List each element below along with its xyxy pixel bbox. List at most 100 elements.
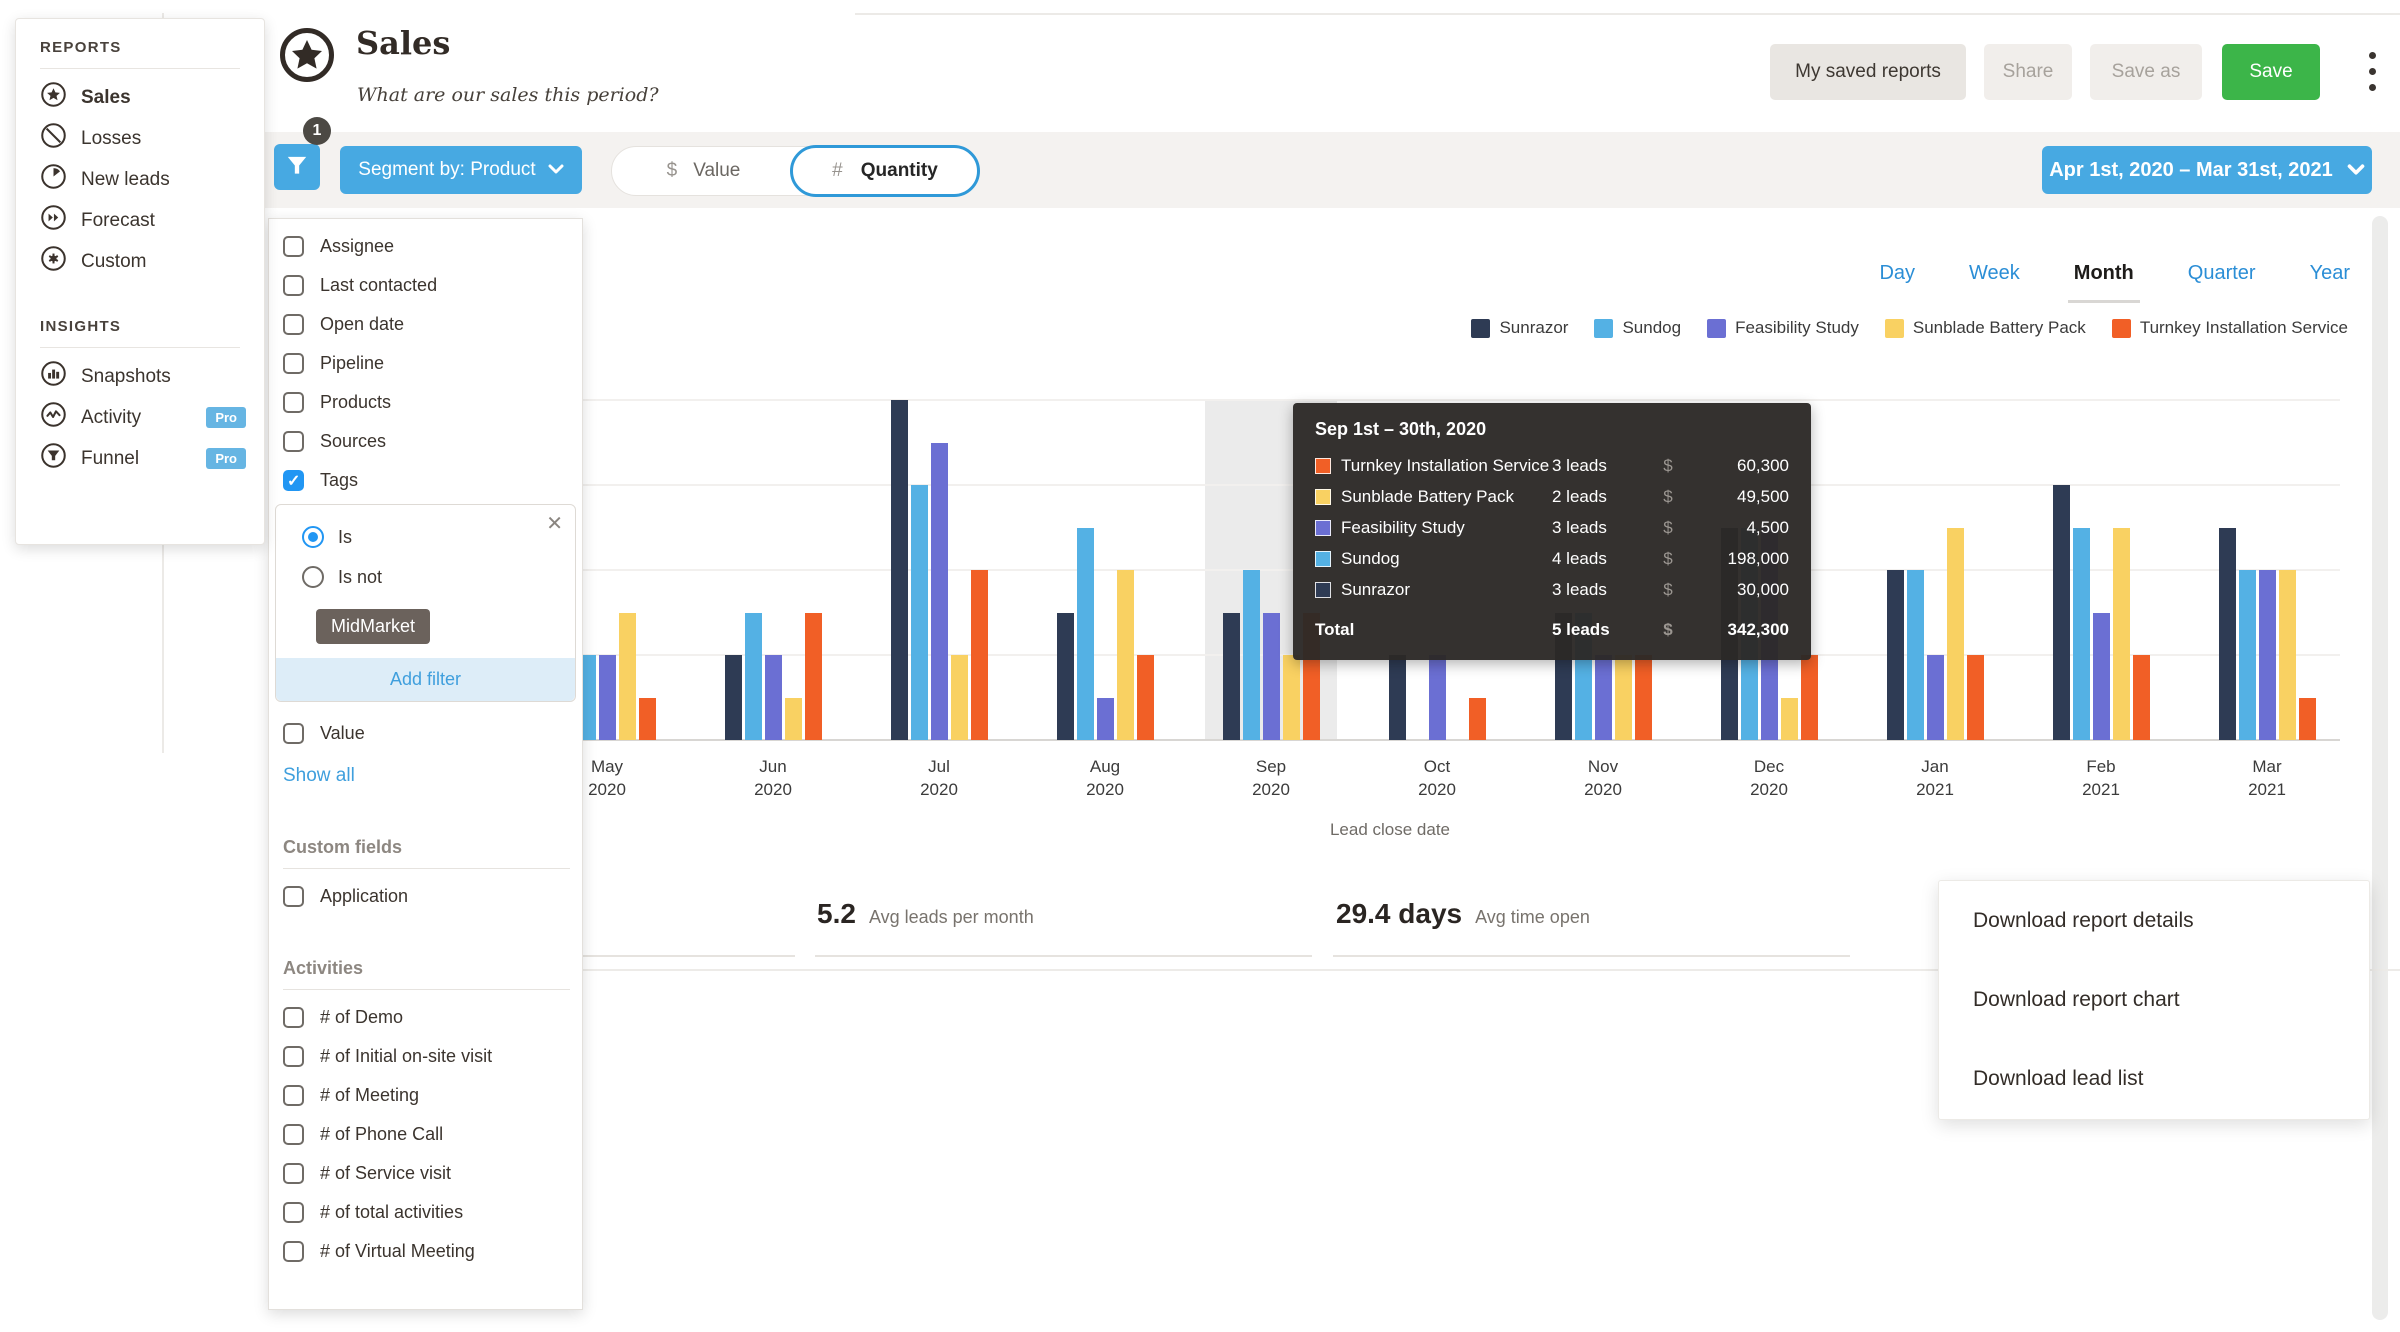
tab-month[interactable]: Month xyxy=(2067,262,2140,303)
filter-field--of-virtual-meeting[interactable]: # of Virtual Meeting xyxy=(269,1232,582,1271)
filter-field-pipeline[interactable]: Pipeline xyxy=(269,344,582,383)
bar-sundog-feb[interactable] xyxy=(2072,527,2090,740)
checkbox-checked[interactable] xyxy=(283,470,304,491)
bar-sunrazor-jun[interactable] xyxy=(724,655,742,740)
bar-sundog-jun[interactable] xyxy=(744,612,762,740)
bar-sunblade-battery-pack-sep[interactable] xyxy=(1282,655,1300,740)
sidebar-item-activity[interactable]: Activity Pro xyxy=(16,397,264,438)
bar-sunblade-battery-pack-jan[interactable] xyxy=(1946,527,1964,740)
sidebar-item-sales[interactable]: Sales xyxy=(16,77,264,118)
checkbox[interactable] xyxy=(283,1085,304,1106)
bar-feasibility-study-aug[interactable] xyxy=(1096,697,1114,740)
checkbox[interactable] xyxy=(283,1124,304,1145)
filter-field--of-phone-call[interactable]: # of Phone Call xyxy=(269,1115,582,1154)
close-icon[interactable]: ✕ xyxy=(546,511,563,536)
filter-field-application[interactable]: Application xyxy=(269,877,582,916)
filter-field--of-initial-on-site-visit[interactable]: # of Initial on-site visit xyxy=(269,1037,582,1076)
checkbox[interactable] xyxy=(283,1163,304,1184)
bar-sunrazor-sep[interactable] xyxy=(1222,612,1240,740)
bar-sundog-aug[interactable] xyxy=(1076,527,1094,740)
bar-turnkey-installation-service-feb[interactable] xyxy=(2132,655,2150,740)
bar-sunblade-battery-pack-feb[interactable] xyxy=(2112,527,2130,740)
bar-turnkey-installation-service-jul[interactable] xyxy=(970,570,988,740)
bar-feasibility-study-feb[interactable] xyxy=(2092,612,2110,740)
checkbox[interactable] xyxy=(283,392,304,413)
bar-turnkey-installation-service-nov[interactable] xyxy=(1634,655,1652,740)
radio-option-is[interactable]: Is xyxy=(276,517,575,557)
filter-field-tags[interactable]: Tags xyxy=(269,461,582,500)
bar-sundog-sep[interactable] xyxy=(1242,570,1260,740)
add-filter-button[interactable]: Add filter xyxy=(276,658,575,701)
bar-sunrazor-jul[interactable] xyxy=(890,400,908,740)
bar-turnkey-installation-service-aug[interactable] xyxy=(1136,655,1154,740)
bar-sundog-jan[interactable] xyxy=(1906,570,1924,740)
bar-sunblade-battery-pack-jul[interactable] xyxy=(950,655,968,740)
legend-item-sunrazor[interactable]: Sunrazor xyxy=(1471,318,1568,338)
bar-turnkey-installation-service-jun[interactable] xyxy=(804,612,822,740)
bar-sunblade-battery-pack-nov[interactable] xyxy=(1614,655,1632,740)
menu-item-download-lead-list[interactable]: Download lead list xyxy=(1939,1040,2369,1119)
save-as-button[interactable]: Save as xyxy=(2090,44,2202,100)
more-options-kebab-icon[interactable] xyxy=(2362,52,2382,91)
sidebar-item-forecast[interactable]: Forecast xyxy=(16,200,264,241)
show-all-link[interactable]: Show all xyxy=(283,765,355,787)
tag-chip[interactable]: MidMarket xyxy=(316,609,431,644)
legend-item-feasibility-study[interactable]: Feasibility Study xyxy=(1707,318,1859,338)
bar-turnkey-installation-service-oct[interactable] xyxy=(1468,697,1486,740)
legend-item-sundog[interactable]: Sundog xyxy=(1594,318,1681,338)
bar-sunblade-battery-pack-aug[interactable] xyxy=(1116,570,1134,740)
filter-field-sources[interactable]: Sources xyxy=(269,422,582,461)
filter-funnel-button[interactable] xyxy=(274,144,320,190)
bar-feasibility-study-jun[interactable] xyxy=(764,655,782,740)
bar-feasibility-study-nov[interactable] xyxy=(1594,655,1612,740)
menu-item-download-report-details[interactable]: Download report details xyxy=(1939,882,2369,961)
checkbox[interactable] xyxy=(283,1202,304,1223)
bar-sunblade-battery-pack-jun[interactable] xyxy=(784,697,802,740)
bar-sunrazor-aug[interactable] xyxy=(1056,612,1074,740)
my-saved-reports-button[interactable]: My saved reports xyxy=(1770,44,1966,100)
bar-feasibility-study-mar[interactable] xyxy=(2258,570,2276,740)
vertical-scrollbar[interactable] xyxy=(2372,216,2388,1320)
bar-feasibility-study-sep[interactable] xyxy=(1262,612,1280,740)
checkbox[interactable] xyxy=(283,353,304,374)
sidebar-item-losses[interactable]: Losses xyxy=(16,118,264,159)
bar-sunblade-battery-pack-may[interactable] xyxy=(618,612,636,740)
bar-feasibility-study-may[interactable] xyxy=(598,655,616,740)
filter-field-assignee[interactable]: Assignee xyxy=(269,227,582,266)
filter-field--of-total-activities[interactable]: # of total activities xyxy=(269,1193,582,1232)
tab-quarter[interactable]: Quarter xyxy=(2188,262,2256,285)
checkbox[interactable] xyxy=(283,431,304,452)
checkbox[interactable] xyxy=(283,314,304,335)
radio-option-is-not[interactable]: Is not xyxy=(276,557,575,597)
filter-field--of-meeting[interactable]: # of Meeting xyxy=(269,1076,582,1115)
save-button[interactable]: Save xyxy=(2222,44,2320,100)
sidebar-item-custom[interactable]: Custom xyxy=(16,241,264,282)
filter-field-open-date[interactable]: Open date xyxy=(269,305,582,344)
toggle-quantity-option[interactable]: # Quantity xyxy=(790,145,980,197)
filter-field-value[interactable]: Value xyxy=(269,714,582,753)
bar-sunblade-battery-pack-dec[interactable] xyxy=(1780,697,1798,740)
menu-item-download-report-chart[interactable]: Download report chart xyxy=(1939,961,2369,1040)
bar-turnkey-installation-service-mar[interactable] xyxy=(2298,697,2316,740)
tab-day[interactable]: Day xyxy=(1879,262,1915,285)
radio-selected[interactable] xyxy=(302,526,324,548)
checkbox[interactable] xyxy=(283,1046,304,1067)
bar-sunrazor-mar[interactable] xyxy=(2218,527,2236,740)
tab-week[interactable]: Week xyxy=(1969,262,2020,285)
checkbox[interactable] xyxy=(283,275,304,296)
bar-turnkey-installation-service-dec[interactable] xyxy=(1800,655,1818,740)
sidebar-item-new-leads[interactable]: New leads xyxy=(16,159,264,200)
checkbox[interactable] xyxy=(283,723,304,744)
date-range-dropdown[interactable]: Apr 1st, 2020 – Mar 31st, 2021 xyxy=(2042,146,2372,194)
bar-feasibility-study-jan[interactable] xyxy=(1926,655,1944,740)
share-button[interactable]: Share xyxy=(1984,44,2072,100)
checkbox[interactable] xyxy=(283,1007,304,1028)
filter-field-products[interactable]: Products xyxy=(269,383,582,422)
checkbox[interactable] xyxy=(283,236,304,257)
filter-field-last-contacted[interactable]: Last contacted xyxy=(269,266,582,305)
checkbox[interactable] xyxy=(283,1241,304,1262)
bar-sundog-jul[interactable] xyxy=(910,485,928,740)
radio-unselected[interactable] xyxy=(302,566,324,588)
toggle-value-option[interactable]: $ Value xyxy=(612,147,795,195)
legend-item-sunblade-battery-pack[interactable]: Sunblade Battery Pack xyxy=(1884,318,2086,338)
